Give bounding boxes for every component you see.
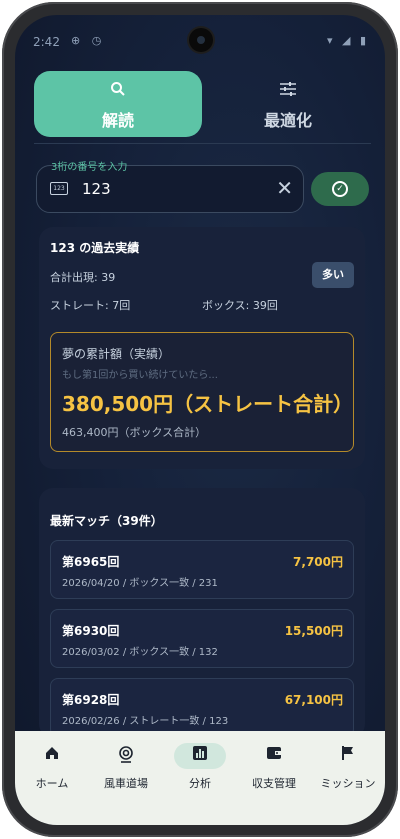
dream-total-panel: 夢の累計額（実績） もし第1回から買い続けていたら... 380,500円（スト… xyxy=(50,332,354,452)
mode-tabs: 解読 最適化 xyxy=(34,71,371,137)
match-detail: 2026/03/02 / ボックス一致 / 132 xyxy=(62,647,218,658)
nav-analytics[interactable]: 分析 xyxy=(163,731,237,825)
number-input-label: 3桁の番号を入力 xyxy=(51,162,128,173)
home-icon xyxy=(15,745,89,769)
number-input-value[interactable]: 123 xyxy=(82,180,111,198)
nav-balance-label: 収支管理 xyxy=(252,777,296,790)
nav-home-label: ホーム xyxy=(35,777,69,790)
tab-decode[interactable]: 解読 xyxy=(34,71,202,137)
nav-mission-label: ミッション xyxy=(320,777,376,790)
list-item[interactable]: 第6928回 67,100円 2026/02/26 / ストレート一致 / 12… xyxy=(50,678,354,737)
match-detail: 2026/02/26 / ストレート一致 / 123 xyxy=(62,716,229,727)
match-prize: 67,100円 xyxy=(284,693,343,707)
tab-optimize[interactable]: 最適化 xyxy=(204,71,372,137)
status-right-icons: ▾ ◢ ▮ xyxy=(326,34,369,47)
nav-home[interactable]: ホーム xyxy=(15,731,89,825)
flag-icon xyxy=(311,745,385,769)
box-count: ボックス: 39回 xyxy=(202,299,278,312)
frequency-badge: 多い xyxy=(312,262,354,288)
bottom-navigation: ホーム 風車道場 分析 収支管理 ミッション xyxy=(15,731,385,825)
match-draw-number: 第6930回 xyxy=(62,624,120,638)
check-icon: ✓ xyxy=(332,181,348,197)
nav-analytics-label: 分析 xyxy=(189,777,211,790)
nav-mission[interactable]: ミッション xyxy=(311,731,385,825)
status-time: 2:42 xyxy=(33,35,60,49)
tab-optimize-label: 最適化 xyxy=(263,111,312,130)
match-detail: 2026/04/20 / ボックス一致 / 231 xyxy=(62,578,218,589)
wallet-icon xyxy=(237,745,311,769)
tab-decode-label: 解読 xyxy=(101,111,134,130)
nav-windmill-dojo-label: 風車道場 xyxy=(104,777,148,790)
match-prize: 7,700円 xyxy=(293,555,343,569)
past-results-card: 123 の過去実績 合計出現: 39 多い ストレート: 7回 ボックス: 39… xyxy=(39,227,365,469)
number-pad-icon: 123 xyxy=(50,182,68,195)
windmill-icon xyxy=(89,745,163,769)
submit-button[interactable]: ✓ xyxy=(311,172,369,206)
straight-count: ストレート: 7回 xyxy=(50,299,131,312)
dream-subtitle: もし第1回から買い続けていたら... xyxy=(62,370,218,381)
latest-matches-card: 最新マッチ（39件） 第6965回 7,700円 2026/04/20 / ボッ… xyxy=(39,488,365,738)
match-draw-number: 第6928回 xyxy=(62,693,120,707)
app-screen: 2:42 ⊕ ◷ ▾ ◢ ▮ 解読 最適化 123 123 ✕ 3桁の番号を入力… xyxy=(15,15,385,825)
match-prize: 15,500円 xyxy=(284,624,343,638)
tab-divider xyxy=(34,143,371,144)
dream-title: 夢の累計額（実績） xyxy=(62,347,171,361)
match-draw-number: 第6965回 xyxy=(62,555,120,569)
nav-windmill-dojo[interactable]: 風車道場 xyxy=(89,731,163,825)
straight-total-amount: 380,500円（ストレート合計） xyxy=(62,392,354,416)
box-total-amount: 463,400円（ボックス合計） xyxy=(62,426,207,439)
search-icon xyxy=(34,81,202,101)
total-appearances: 合計出現: 39 xyxy=(50,271,116,284)
clear-icon[interactable]: ✕ xyxy=(276,176,293,200)
status-left-icons: ⊕ ◷ xyxy=(71,34,106,47)
phone-frame: 2:42 ⊕ ◷ ▾ ◢ ▮ 解読 最適化 123 123 ✕ 3桁の番号を入力… xyxy=(2,2,398,837)
past-results-title: 123 の過去実績 xyxy=(50,241,140,255)
front-camera xyxy=(189,28,213,52)
latest-matches-title: 最新マッチ（39件） xyxy=(50,514,163,528)
analytics-icon xyxy=(163,745,237,769)
list-item[interactable]: 第6930回 15,500円 2026/03/02 / ボックス一致 / 132 xyxy=(50,609,354,668)
nav-balance[interactable]: 収支管理 xyxy=(237,731,311,825)
tune-icon xyxy=(204,81,372,101)
list-item[interactable]: 第6965回 7,700円 2026/04/20 / ボックス一致 / 231 xyxy=(50,540,354,599)
